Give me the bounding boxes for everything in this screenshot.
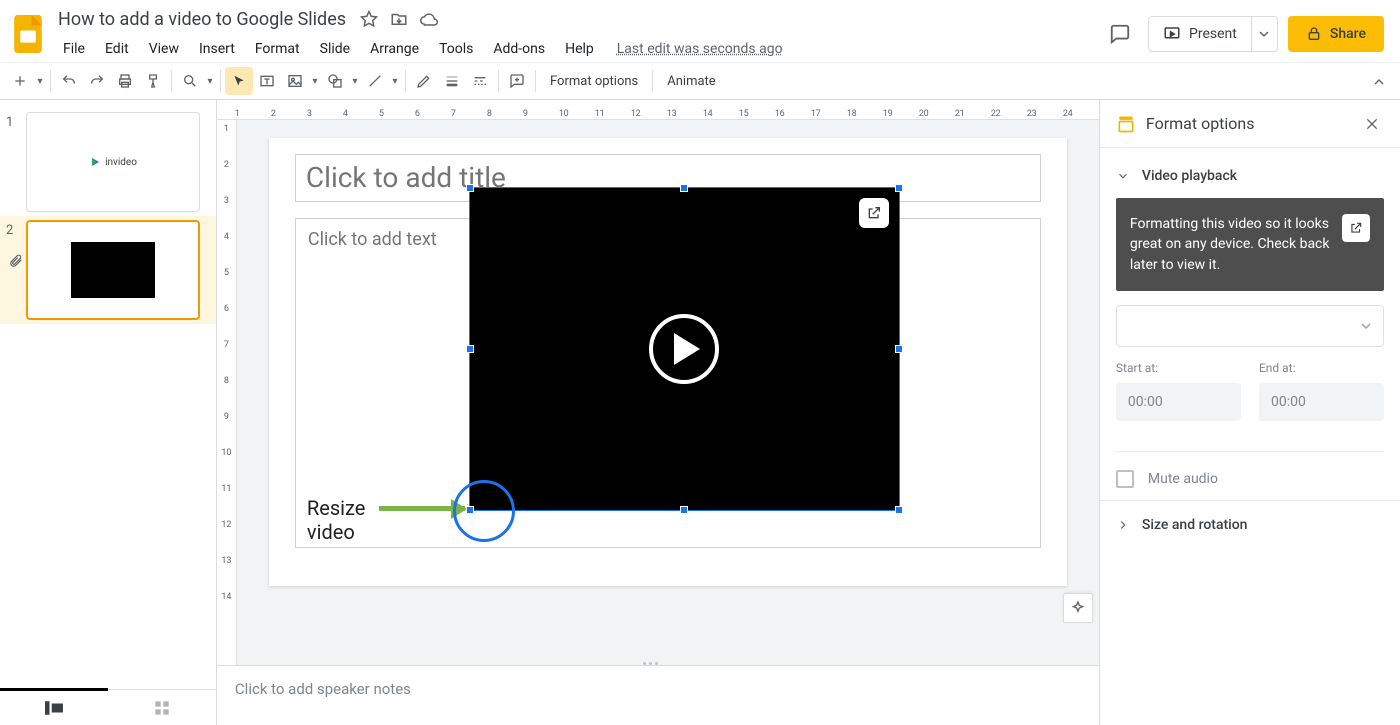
video-preview-text: Formatting this video so it looks great … — [1130, 214, 1330, 275]
end-at-input[interactable]: 00:00 — [1259, 383, 1384, 421]
line-tool[interactable] — [361, 67, 389, 95]
menu-tools[interactable]: Tools — [430, 37, 482, 61]
zoom-button[interactable] — [176, 67, 204, 95]
annotation-resize-label: Resizevideo — [307, 496, 366, 544]
menu-edit[interactable]: Edit — [96, 37, 138, 61]
explore-button[interactable] — [1063, 593, 1093, 623]
playback-select[interactable] — [1116, 305, 1384, 347]
highlighter-icon[interactable] — [410, 67, 438, 95]
undo-button[interactable] — [55, 67, 83, 95]
print-button[interactable] — [111, 67, 139, 95]
textbox-tool[interactable] — [253, 67, 281, 95]
grid-view-button[interactable] — [108, 690, 216, 725]
present-button[interactable]: Present — [1148, 16, 1252, 52]
share-label: Share — [1330, 26, 1366, 42]
new-slide-dropdown[interactable]: ▾ — [34, 76, 46, 87]
format-options-icon — [1116, 114, 1136, 134]
new-slide-button[interactable] — [6, 67, 34, 95]
line-weight-icon[interactable] — [438, 67, 466, 95]
slides-app-icon[interactable] — [8, 8, 48, 60]
menu-file[interactable]: File — [54, 37, 94, 61]
paint-format-button[interactable] — [139, 67, 167, 95]
present-dropdown[interactable] — [1252, 16, 1278, 52]
attachment-icon — [9, 254, 23, 268]
zoom-dropdown[interactable]: ▾ — [204, 76, 216, 87]
chevron-down-icon — [1116, 169, 1130, 183]
end-at-label: End at: — [1259, 361, 1384, 375]
annotation-circle — [453, 480, 515, 542]
horizontal-ruler: 123456789101112131415161718192021222324 — [217, 100, 1099, 120]
image-tool[interactable] — [281, 67, 309, 95]
resize-handle[interactable] — [895, 345, 903, 353]
speaker-notes[interactable]: Click to add speaker notes — [217, 665, 1099, 725]
shape-tool[interactable] — [321, 67, 349, 95]
line-dash-icon[interactable] — [466, 67, 494, 95]
menu-arrange[interactable]: Arrange — [361, 37, 428, 61]
slide-2-video-thumb — [71, 242, 155, 298]
menu-addons[interactable]: Add-ons — [484, 37, 554, 61]
slide-thumb-2[interactable]: 2 — [0, 216, 216, 324]
resize-handle[interactable] — [895, 506, 903, 514]
size-rotation-section[interactable]: Size and rotation — [1100, 500, 1400, 549]
annotation-resize-arrow — [379, 506, 465, 512]
resize-handle[interactable] — [466, 345, 474, 353]
slide-number: 2 — [6, 220, 26, 238]
resize-handle[interactable] — [680, 184, 688, 192]
image-dropdown[interactable]: ▾ — [309, 76, 321, 87]
slide-thumb-1[interactable]: 1 invideo — [0, 108, 216, 216]
vertical-ruler: 1234567891011121314 — [217, 120, 237, 665]
present-label: Present — [1189, 26, 1237, 42]
video-preview-box: Formatting this video so it looks great … — [1116, 198, 1384, 291]
redo-button[interactable] — [83, 67, 111, 95]
star-icon[interactable] — [358, 8, 380, 30]
filmstrip: 1 invideo 2 — [0, 100, 217, 725]
last-edit-info[interactable]: Last edit was seconds ago — [617, 41, 783, 57]
filmstrip-view-button[interactable] — [0, 688, 108, 724]
format-options-sidebar: Format options Video playback Formatting… — [1099, 100, 1400, 725]
shape-dropdown[interactable]: ▾ — [349, 76, 361, 87]
start-at-input[interactable]: 00:00 — [1116, 383, 1241, 421]
share-button[interactable]: Share — [1288, 16, 1384, 52]
notes-drag-handle[interactable] — [643, 662, 673, 668]
menu-help[interactable]: Help — [556, 37, 603, 61]
play-icon[interactable] — [649, 314, 719, 384]
open-in-new-icon[interactable] — [1342, 214, 1370, 242]
collapse-toolbar-button[interactable] — [1366, 69, 1392, 95]
slide-number: 1 — [6, 112, 26, 212]
move-icon[interactable] — [388, 8, 410, 30]
document-title[interactable]: How to add a video to Google Slides — [54, 7, 350, 32]
video-playback-section[interactable]: Video playback — [1116, 160, 1384, 192]
toolbar-animate[interactable]: Animate — [657, 74, 725, 89]
select-tool[interactable] — [225, 67, 253, 95]
sidebar-title: Format options — [1146, 114, 1350, 133]
mute-audio-checkbox[interactable] — [1116, 470, 1134, 488]
section-label: Size and rotation — [1142, 517, 1248, 533]
menu-slide[interactable]: Slide — [311, 37, 359, 61]
cloud-status-icon[interactable] — [418, 8, 440, 30]
resize-handle[interactable] — [466, 184, 474, 192]
chevron-right-icon — [1116, 518, 1130, 532]
line-dropdown[interactable]: ▾ — [389, 76, 401, 87]
mute-audio-label: Mute audio — [1148, 471, 1218, 487]
slide-1-logo: invideo — [89, 156, 137, 168]
section-label: Video playback — [1142, 168, 1237, 184]
open-comments-button[interactable] — [1102, 16, 1138, 52]
menu-view[interactable]: View — [140, 37, 188, 61]
toolbar: ▾ ▾ ▾ ▾ ▾ Format options Animate — [0, 62, 1400, 100]
video-element[interactable] — [470, 188, 899, 510]
open-in-new-icon[interactable] — [859, 198, 889, 228]
start-at-label: Start at: — [1116, 361, 1241, 375]
menu-bar: File Edit View Insert Format Slide Arran… — [54, 35, 783, 63]
comment-insert-button[interactable] — [503, 67, 531, 95]
toolbar-format-options[interactable]: Format options — [540, 74, 648, 89]
menu-format[interactable]: Format — [246, 37, 309, 61]
resize-handle[interactable] — [680, 506, 688, 514]
notes-placeholder: Click to add speaker notes — [235, 680, 411, 698]
menu-insert[interactable]: Insert — [190, 37, 244, 61]
close-sidebar-button[interactable] — [1360, 112, 1384, 136]
slide-canvas[interactable]: Click to add title Click to add text — [269, 138, 1067, 586]
resize-handle[interactable] — [895, 184, 903, 192]
